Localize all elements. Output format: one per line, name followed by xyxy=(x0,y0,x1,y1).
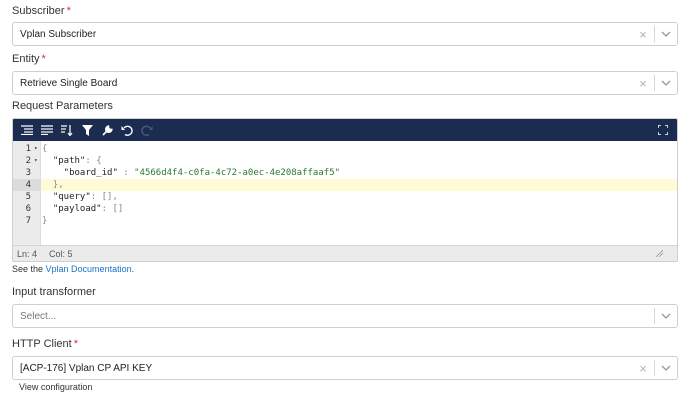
clear-icon[interactable]: × xyxy=(632,361,654,376)
code-token: : { xyxy=(85,156,102,166)
redo-icon[interactable] xyxy=(137,119,157,141)
code-line[interactable]: 4 }, xyxy=(13,179,677,191)
undo-icon[interactable] xyxy=(117,119,137,141)
code-text: } xyxy=(42,215,47,227)
input-transformer-label: Input transformer xyxy=(12,286,96,298)
json-editor[interactable]: 1 ▾{2 ▾ "path": {3 "board_id" : "4566d4f4-… xyxy=(12,118,678,262)
resize-handle-icon[interactable] xyxy=(655,249,664,259)
compact-icon[interactable] xyxy=(37,119,57,141)
repair-icon[interactable] xyxy=(97,119,117,141)
subscriber-label: Subscriber * xyxy=(12,5,71,17)
code-token: }, xyxy=(42,180,64,190)
request-parameters-label: Request Parameters xyxy=(12,100,113,112)
required-mark: * xyxy=(41,53,46,65)
cursor-column: Col: 5 xyxy=(49,248,73,259)
line-number: 7 xyxy=(25,216,31,226)
chevron-down-icon[interactable] xyxy=(655,80,677,86)
code-text: { xyxy=(42,143,47,155)
hint-prefix: See the xyxy=(12,264,46,274)
entity-value: Retrieve Single Board xyxy=(20,77,118,89)
cursor-line: Ln: 4 xyxy=(17,248,38,259)
code-line[interactable]: 2 ▾ "path": { xyxy=(13,155,677,167)
entity-label: Entity * xyxy=(12,53,46,65)
code-line[interactable]: 5 "query": [], xyxy=(13,191,677,203)
documentation-link[interactable]: Vplan Documentation xyxy=(46,264,132,274)
http-client-value: [ACP-176] Vplan CP API KEY xyxy=(20,362,153,374)
code-text: "board_id" : "4566d4f4-c0fa-4c72-a0ec-4e… xyxy=(42,167,340,179)
code-area[interactable]: 1 ▾{2 ▾ "path": {3 "board_id" : "4566d4f4-… xyxy=(13,141,677,245)
line-number: 4 xyxy=(13,179,41,191)
line-number: 5 xyxy=(25,192,31,202)
code-token: } xyxy=(42,216,48,226)
documentation-hint: See the Vplan Documentation. xyxy=(12,264,134,274)
http-client-label-text: HTTP Client xyxy=(12,338,72,350)
chevron-down-icon[interactable] xyxy=(655,31,677,37)
code-token: "board_id" xyxy=(42,168,118,178)
required-mark: * xyxy=(66,5,71,17)
chevron-down-icon[interactable] xyxy=(655,313,677,319)
subscriber-select[interactable]: Vplan Subscriber × xyxy=(12,22,678,46)
code-token: "query" xyxy=(42,192,91,202)
hint-suffix: . xyxy=(131,264,135,274)
code-text: "path": { xyxy=(42,155,102,167)
fold-toggle-icon[interactable]: ▾ xyxy=(34,143,41,155)
code-token: "payload" xyxy=(42,204,102,214)
clear-icon[interactable]: × xyxy=(632,27,654,42)
sort-icon[interactable] xyxy=(57,119,77,141)
code-token: : xyxy=(117,168,135,178)
code-token: "path" xyxy=(42,156,86,166)
fold-toggle-icon[interactable]: ▾ xyxy=(34,155,41,167)
subscriber-label-text: Subscriber xyxy=(12,5,65,17)
code-line[interactable]: 6 "payload": [] xyxy=(13,203,677,215)
code-line[interactable]: 1 ▾{ xyxy=(13,143,677,155)
chevron-down-icon[interactable] xyxy=(655,365,677,371)
entity-select[interactable]: Retrieve Single Board × xyxy=(12,71,678,95)
code-text: }, xyxy=(42,179,64,191)
code-text: "query": [], xyxy=(42,191,118,203)
fullscreen-icon[interactable] xyxy=(653,119,673,141)
http-client-select[interactable]: [ACP-176] Vplan CP API KEY × xyxy=(12,356,678,380)
code-line[interactable]: 3 "board_id" : "4566d4f4-c0fa-4c72-a0ec-… xyxy=(13,167,677,179)
code-token: : [], xyxy=(90,192,118,202)
input-transformer-placeholder: Select... xyxy=(20,310,57,322)
entity-label-text: Entity xyxy=(12,53,40,65)
code-token: { xyxy=(42,144,48,154)
line-number: 6 xyxy=(25,204,31,214)
code-token: : [] xyxy=(101,204,124,214)
filter-icon[interactable] xyxy=(77,119,97,141)
view-configuration-link[interactable]: View configuration xyxy=(19,382,92,392)
input-transformer-select[interactable]: Select... xyxy=(12,304,678,328)
code-line[interactable]: 7} xyxy=(13,215,677,227)
http-client-label: HTTP Client * xyxy=(12,338,78,350)
line-number: 3 xyxy=(25,168,31,178)
subscriber-value: Vplan Subscriber xyxy=(20,28,97,40)
required-mark: * xyxy=(73,338,78,350)
code-text: "payload": [] xyxy=(42,203,123,215)
editor-toolbar xyxy=(13,119,677,141)
code-token: "4566d4f4-c0fa-4c72-a0ec-4e208affaaf5" xyxy=(134,168,341,178)
clear-icon[interactable]: × xyxy=(632,76,654,91)
format-icon[interactable] xyxy=(17,119,37,141)
editor-statusbar: Ln: 4 Col: 5 xyxy=(13,245,677,261)
